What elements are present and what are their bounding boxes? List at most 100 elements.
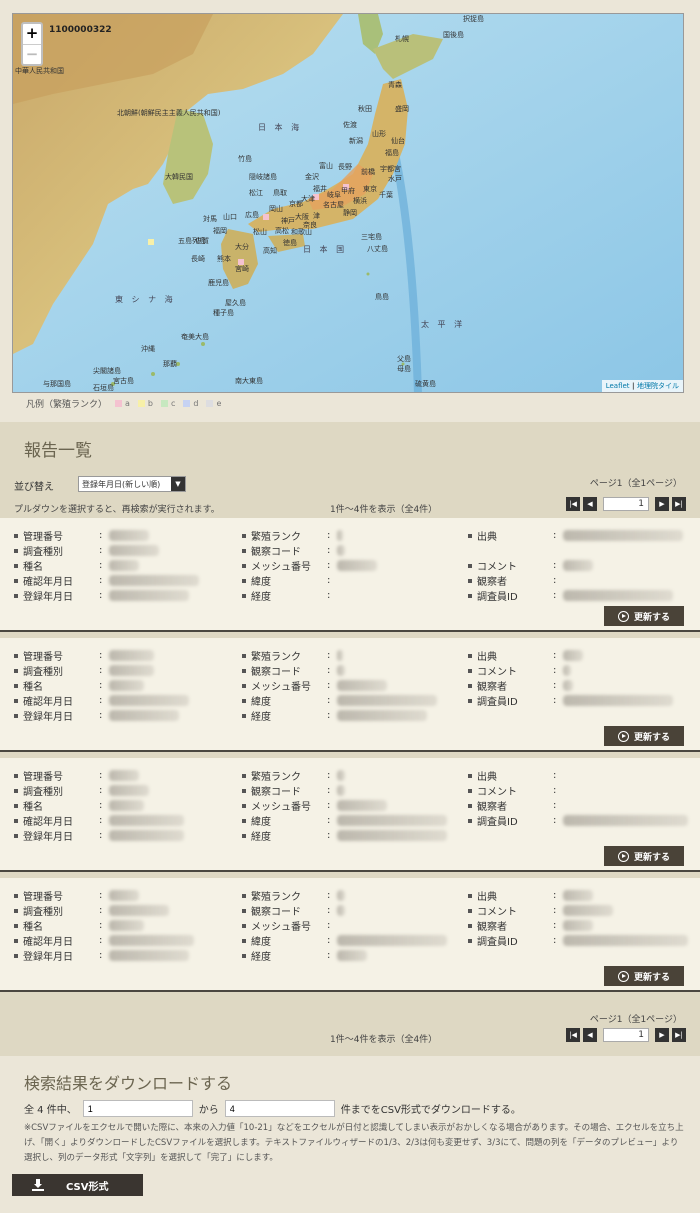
field-label: 調査員ID — [477, 697, 518, 708]
play-circle-icon — [617, 970, 629, 982]
card-column: 管理番号: 調査種別: 種名: 確認年月日: 登録年月日: — [14, 888, 194, 963]
bullet — [468, 818, 472, 823]
field-colon: : — [327, 590, 331, 601]
last-page-icon[interactable]: ▶| — [672, 1028, 686, 1042]
update-button[interactable]: 更新する — [604, 966, 684, 986]
bullet — [468, 893, 472, 898]
download-from-input[interactable] — [82, 1100, 193, 1117]
card-field: 種名: — [14, 798, 184, 813]
legend-title: 凡例（繁殖ランク） — [26, 400, 108, 410]
bullet — [14, 683, 18, 688]
map-label-naha: 那覇 — [163, 360, 177, 368]
page-number-input[interactable]: 1 — [603, 1028, 649, 1042]
update-button[interactable]: 更新する — [604, 606, 684, 626]
field-colon: : — [553, 890, 557, 901]
bullet — [14, 953, 18, 958]
card-field: 調査種別: — [14, 783, 184, 798]
download-title: 検索結果をダウンロードする — [24, 1074, 233, 1093]
field-value-redacted — [337, 800, 387, 811]
card-field: 緯度: — [242, 933, 447, 948]
map-label-tokushima: 徳島 — [283, 239, 297, 247]
bullet — [468, 593, 472, 598]
bullet — [14, 803, 18, 808]
field-colon: : — [327, 545, 331, 556]
map-legend: 凡例（繁殖ランク） a b c d e — [26, 397, 221, 410]
pager-bottom: |◀ ◀ 1 ▶ ▶| — [566, 1028, 686, 1042]
map-label-takamatsu: 高松 — [275, 227, 289, 235]
map-label-tokyo: 東京 — [363, 185, 377, 193]
map-label-china: 中華人民共和国 — [15, 67, 64, 75]
prev-page-icon[interactable]: ◀ — [583, 1028, 597, 1042]
map-label-nagasaki: 長崎 — [191, 255, 205, 263]
update-button[interactable]: 更新する — [604, 726, 684, 746]
next-page-icon[interactable]: ▶ — [655, 1028, 669, 1042]
card-field: 観察コード: — [242, 783, 447, 798]
map[interactable]: + − 1100000322 中華人民共和国 北朝鮮(朝鮮民主主義人民共和国) … — [12, 13, 684, 393]
bullet — [468, 803, 472, 808]
zoom-out-button[interactable]: − — [23, 44, 41, 64]
field-colon: : — [99, 530, 103, 541]
map-label-gifu: 岐阜 — [327, 191, 341, 199]
map-label-amami: 奄美大島 — [181, 333, 209, 341]
map-label-fukushima: 福島 — [385, 149, 399, 157]
field-colon: : — [553, 695, 557, 706]
legend-label-b: b — [147, 399, 153, 408]
field-colon: : — [99, 710, 103, 721]
field-colon: : — [327, 680, 331, 691]
field-label: 繁殖ランク — [251, 892, 301, 903]
field-value-redacted — [563, 695, 673, 706]
update-button[interactable]: 更新する — [604, 846, 684, 866]
csv-download-button[interactable]: CSV形式 — [12, 1174, 143, 1196]
field-label: 出典 — [477, 772, 497, 783]
download-to-input[interactable] — [224, 1100, 335, 1117]
bullet — [468, 578, 472, 583]
zoom-in-button[interactable]: + — [23, 24, 41, 44]
card-field: 観察コード: — [242, 903, 447, 918]
field-label: 管理番号 — [23, 652, 63, 663]
update-button-label: 更新する — [633, 732, 670, 743]
bullet — [242, 953, 246, 958]
bullet — [242, 773, 246, 778]
map-label-matsue: 松江 — [249, 189, 263, 197]
bullet — [14, 938, 18, 943]
bullet — [242, 908, 246, 913]
field-colon: : — [99, 920, 103, 931]
card-field: 種名: — [14, 678, 189, 693]
bullet — [14, 653, 18, 658]
card-field: 繁殖ランク: — [242, 648, 437, 663]
field-value-redacted — [337, 935, 447, 946]
field-value-redacted — [109, 650, 154, 661]
sort-select[interactable]: 登録年月日(新しい順) ▼ — [78, 476, 186, 492]
field-value-redacted — [563, 665, 571, 676]
map-label-tanega: 種子島 — [213, 309, 234, 317]
field-label: 種名 — [23, 922, 43, 933]
map-tiles — [13, 14, 683, 392]
report-card: 管理番号: 調査種別: 種名: 確認年月日: 登録年月日: 繁殖ランク: 観察コード: メッシ… — [0, 878, 700, 992]
field-label: 登録年月日 — [23, 592, 73, 603]
bullet — [242, 683, 246, 688]
report-card: 管理番号: 調査種別: 種名: 確認年月日: 登録年月日: 繁殖ランク: 観察コード: メッシ… — [0, 518, 700, 632]
card-field: 観察者: — [468, 573, 683, 588]
map-label-io: 硫黄島 — [415, 380, 436, 388]
leaflet-link[interactable]: Leaflet — [606, 382, 630, 390]
card-field: メッシュ番号: — [242, 678, 437, 693]
field-label: 観察コード — [251, 787, 301, 798]
field-label: 調査員ID — [477, 937, 518, 948]
bullet — [242, 563, 246, 568]
card-field: 観察コード: — [242, 543, 377, 558]
last-page-icon[interactable]: ▶| — [672, 497, 686, 511]
gsi-tile-link[interactable]: 地理院タイル — [637, 382, 679, 390]
bullet — [14, 548, 18, 553]
prev-page-icon[interactable]: ◀ — [583, 497, 597, 511]
field-label: コメント — [477, 907, 517, 918]
page-number-input[interactable]: 1 — [603, 497, 649, 511]
field-value-redacted — [337, 665, 345, 676]
field-colon: : — [553, 815, 557, 826]
card-field: 出典: — [468, 768, 688, 783]
first-page-icon[interactable]: |◀ — [566, 1028, 580, 1042]
map-label-ishigaki: 石垣島 — [93, 384, 114, 392]
first-page-icon[interactable]: |◀ — [566, 497, 580, 511]
field-colon: : — [553, 560, 557, 571]
next-page-icon[interactable]: ▶ — [655, 497, 669, 511]
field-value-redacted — [563, 680, 573, 691]
